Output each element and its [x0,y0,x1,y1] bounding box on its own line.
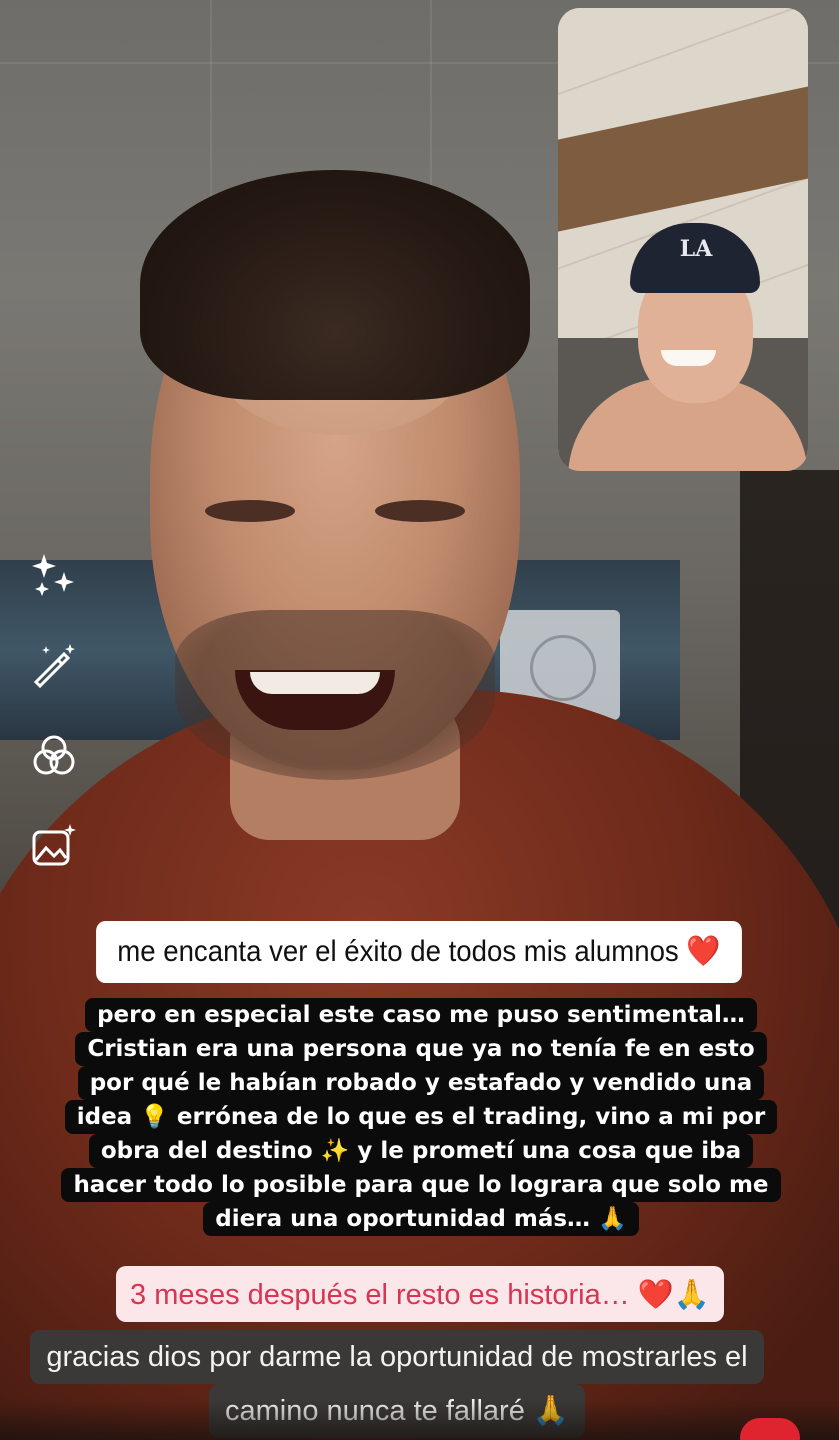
sparkles-icon[interactable] [28,548,80,600]
pip-person-smile [661,350,716,366]
caption-pink-text: 3 meses después el resto es historia… [130,1279,630,1311]
heart-emoji: ❤️ [686,934,721,969]
caption-black: pero en especial este caso me puso senti… [40,998,802,1236]
record-indicator[interactable] [740,1418,800,1440]
caption-black-line: Cristian era una persona que ya no tenía… [75,1032,767,1066]
caption-black-line: pero en especial este caso me puso senti… [85,998,757,1032]
main-person-eye-right [375,500,465,522]
main-person-hair [140,170,530,400]
cap-logo: LA [679,236,713,262]
caption-black-line: idea 💡 errónea de lo que es el trading, … [64,1100,778,1134]
caption-black-line: hacer todo lo posible para que lo lograr… [61,1168,781,1202]
magic-wand-icon[interactable] [28,638,80,690]
heart-pray-emoji: ❤️🙏 [637,1277,710,1311]
caption-pink: 3 meses después el resto es historia… ❤️… [116,1266,724,1322]
filter-icon[interactable] [28,730,80,782]
caption-dark-line: gracias dios por darme la oportunidad de… [30,1330,764,1384]
caption-black-line: obra del destino ✨ y le prometí una cosa… [88,1134,754,1168]
caption-white-text: me encanta ver el éxito de todos mis alu… [117,935,679,968]
main-person-eye-left [205,500,295,522]
caption-black-line: por qué le habían robado y estafado y ve… [77,1066,765,1100]
self-view-pip[interactable]: LA [558,8,808,471]
image-sparkle-icon[interactable] [28,820,80,872]
caption-black-line: diera una oportunidad más… 🙏 [203,1202,639,1236]
main-person-teeth [250,672,380,694]
caption-white: me encanta ver el éxito de todos mis alu… [96,921,742,983]
bottom-shade [0,1400,839,1440]
